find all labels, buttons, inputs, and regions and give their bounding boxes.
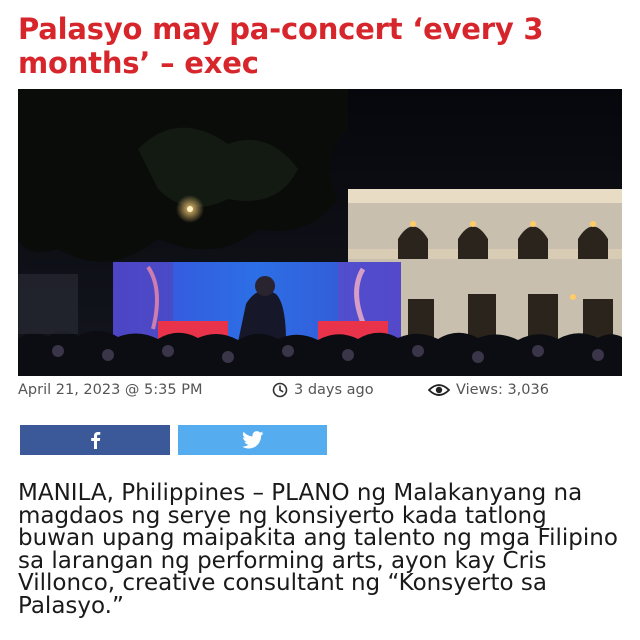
publish-date: April 21, 2023 @ 5:35 PM xyxy=(18,382,203,398)
twitter-icon xyxy=(241,431,263,449)
view-count: Views: 3,036 xyxy=(428,382,549,398)
twitter-share-button[interactable] xyxy=(178,425,327,455)
relative-time: 3 days ago xyxy=(272,382,374,398)
relative-time-text: 3 days ago xyxy=(294,382,374,398)
facebook-icon xyxy=(91,432,101,449)
eye-icon xyxy=(428,384,450,396)
article-meta: April 21, 2023 @ 5:35 PM 3 days ago View… xyxy=(18,380,622,402)
article-photo xyxy=(18,89,622,376)
view-count-text: Views: 3,036 xyxy=(456,382,549,398)
facebook-share-button[interactable] xyxy=(20,425,170,455)
clock-icon xyxy=(272,382,288,398)
article-body: MANILA, Philippines – PLANO ng Malakanya… xyxy=(18,480,618,619)
article-title: Palasyo may pa-concert ‘every 3 months’ … xyxy=(18,12,544,80)
